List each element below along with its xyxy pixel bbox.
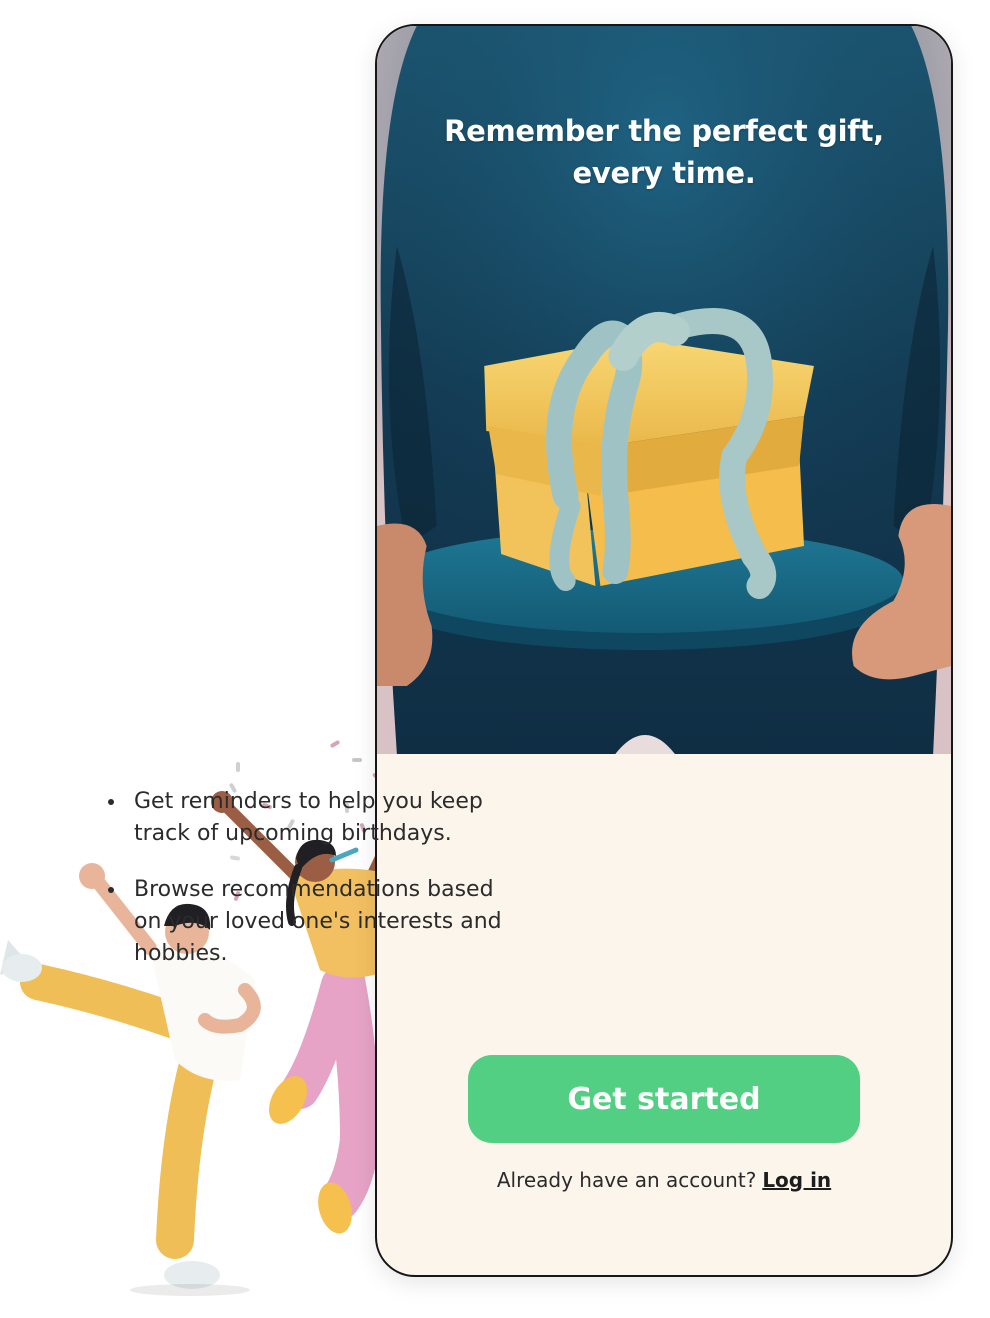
feature-list: Get reminders to help you keep track of … <box>108 786 508 994</box>
bullet-icon <box>108 887 114 893</box>
feature-item-reminders: Get reminders to help you keep track of … <box>108 786 508 850</box>
hero-title-line-2: every time. <box>572 156 756 190</box>
login-prompt: Already have an account? Log in <box>470 1168 858 1192</box>
feature-text: Get reminders to help you keep track of … <box>134 789 483 846</box>
feature-item-recommendations: Browse recommendations based on your lov… <box>108 874 508 970</box>
login-link[interactable]: Log in <box>762 1168 831 1192</box>
feature-text: Browse recommendations based on your lov… <box>134 877 502 966</box>
login-prompt-text: Already have an account? <box>496 1168 757 1192</box>
hero-section: Remember the perfect gift, every time. <box>377 26 951 754</box>
get-started-button[interactable]: Get started <box>468 1055 860 1143</box>
hero-title: Remember the perfect gift, every time. <box>377 110 951 194</box>
hero-title-line-1: Remember the perfect gift, <box>444 114 884 148</box>
bullet-icon <box>108 799 114 805</box>
